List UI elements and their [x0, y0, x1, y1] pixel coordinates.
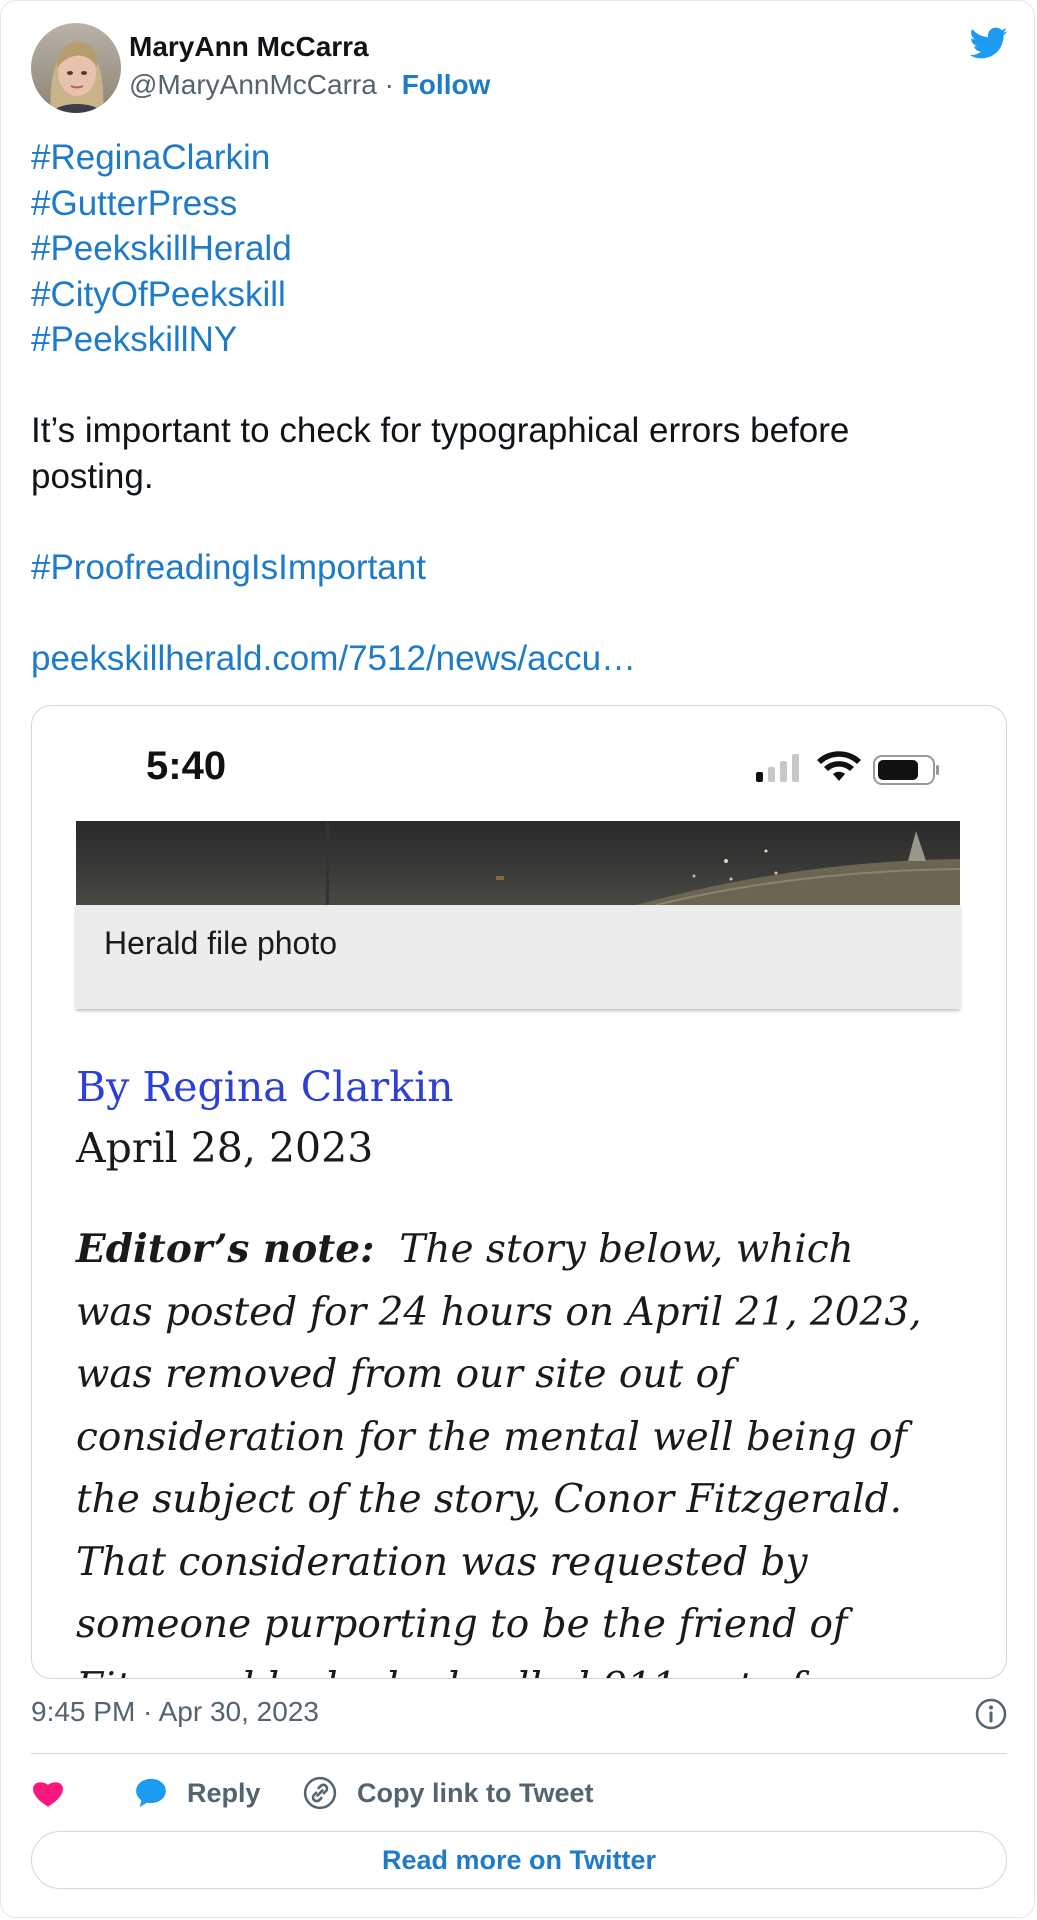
tweet-actions: Reply Copy link to Tweet [31, 1773, 1007, 1813]
speech-bubble-icon [136, 1778, 166, 1808]
avatar[interactable] [31, 23, 121, 113]
follow-link[interactable]: Follow [402, 69, 491, 100]
battery-icon [873, 755, 939, 785]
read-more-button[interactable]: Read more on Twitter [31, 1831, 1007, 1889]
article-photo [76, 821, 960, 905]
article-date: April 28, 2023 [76, 1124, 374, 1172]
copy-link-label: Copy link to Tweet [357, 1777, 594, 1808]
tweet-timestamp[interactable]: 9:45 PM · Apr 30, 2023 [31, 1696, 319, 1728]
editor-note-line: was posted for 24 hours on April 21, 202… [76, 1289, 922, 1335]
editor-note-line: the subject of the story, Conor Fitzgera… [76, 1477, 902, 1522]
hashtag-link[interactable]: #ReginaClarkin [31, 135, 991, 181]
link-icon [303, 1776, 337, 1810]
hashtag-link[interactable]: #PeekskillHerald [31, 226, 991, 272]
twitter-bird-icon[interactable] [965, 23, 1011, 63]
tweet-body-line: It’s important to check for typographica… [31, 411, 850, 450]
photo-caption-box: Herald file photo [76, 905, 960, 1009]
reply-label: Reply [187, 1777, 261, 1808]
editor-note-text: The story below, which [399, 1227, 854, 1272]
article-link[interactable]: peekskillherald.com/7512/news/accu… [31, 636, 991, 682]
reply-button[interactable]: Reply [133, 1773, 261, 1813]
author-handle[interactable]: @MaryAnnMcCarra [129, 69, 377, 100]
editor-note-line: That consideration was requested by [76, 1539, 808, 1585]
hashtag-link[interactable]: #CityOfPeekskill [31, 272, 991, 318]
phone-status-icons [756, 751, 939, 785]
tweet-media[interactable]: 5:40 Herald file photo By Regina Clarkin… [31, 705, 1007, 1679]
editor-note-label: Editor’s note: [76, 1226, 375, 1272]
phone-clock: 5:40 [146, 744, 227, 788]
photo-caption: Herald file photo [104, 925, 338, 961]
tweet-text: #ReginaClarkin #GutterPress #PeekskillHe… [31, 135, 991, 681]
tweet-header: MaryAnn McCarra @MaryAnnMcCarra · Follow [31, 23, 1011, 115]
tweet-card: MaryAnn McCarra @MaryAnnMcCarra · Follow… [0, 0, 1035, 1918]
info-icon[interactable] [974, 1697, 1008, 1731]
like-button[interactable] [31, 1773, 65, 1813]
author-meta: @MaryAnnMcCarra · Follow [129, 69, 490, 101]
tweet-body-line: posting. [31, 456, 154, 496]
divider [31, 1753, 1007, 1754]
editor-note-line: someone purporting to be the friend of [76, 1602, 848, 1647]
editor-note-line: consideration for the mental well being … [76, 1414, 907, 1460]
editor-note-line: was removed from our site out of [76, 1352, 734, 1397]
editor-note: Editor’s note: The story below, which wa… [76, 1218, 976, 1679]
heart-icon [33, 1782, 63, 1807]
editor-note-line: Fitzgerald who had called 911 out of [76, 1657, 976, 1679]
copy-link-button[interactable]: Copy link to Tweet [303, 1773, 594, 1813]
wifi-icon [817, 751, 861, 781]
hashtag-link[interactable]: #GutterPress [31, 181, 991, 227]
article-byline: By Regina Clarkin [76, 1063, 454, 1111]
separator-dot: · [384, 69, 394, 100]
author-name[interactable]: MaryAnn McCarra [129, 31, 369, 63]
hashtag-link[interactable]: #ProofreadingIsImportant [31, 545, 991, 591]
signal-icon [756, 754, 799, 782]
hashtag-link[interactable]: #PeekskillNY [31, 317, 991, 363]
editor-note-line: Editor’s note: The story below, which [76, 1218, 976, 1282]
